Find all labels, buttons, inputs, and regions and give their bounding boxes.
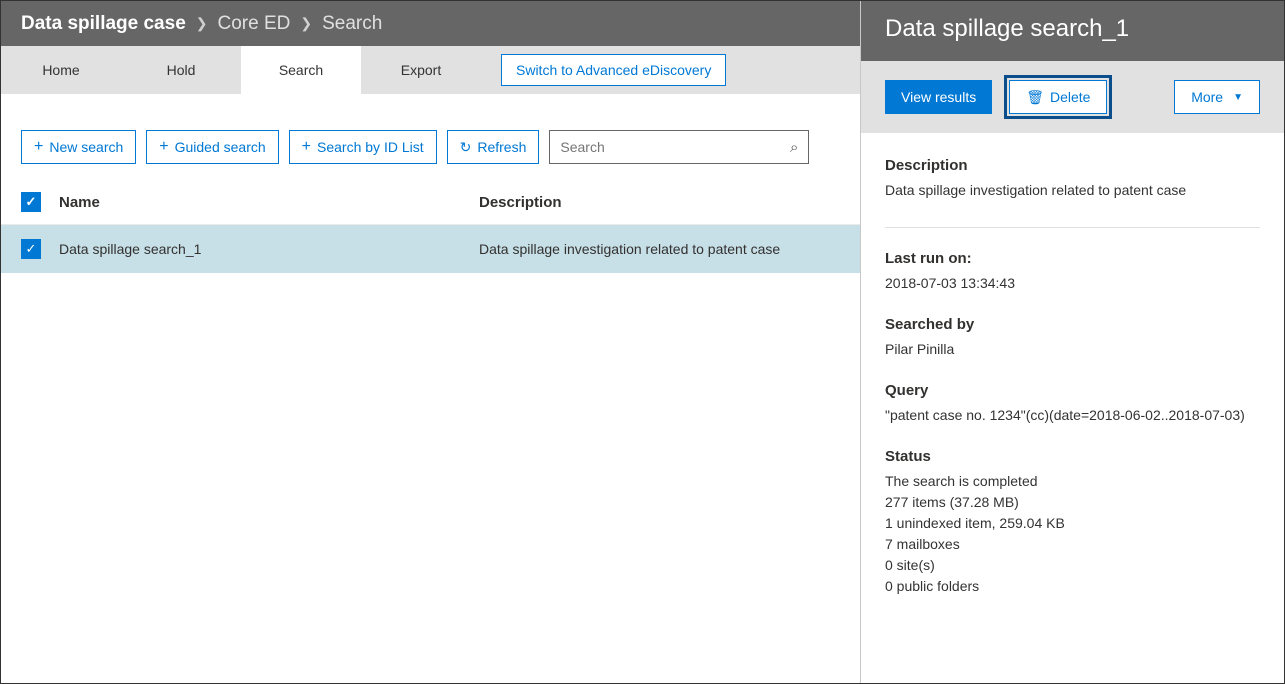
search-box[interactable]: ⌕ — [549, 130, 809, 164]
row-description: Data spillage investigation related to p… — [479, 241, 840, 257]
delete-label: Delete — [1050, 89, 1090, 105]
plus-icon: + — [34, 138, 43, 156]
search-input[interactable] — [560, 139, 790, 155]
chevron-right-icon: ❯ — [300, 15, 312, 32]
chevron-down-icon: ▼ — [1233, 92, 1243, 103]
status-line: The search is completed — [885, 471, 1260, 492]
table-row[interactable]: ✓ Data spillage search_1 Data spillage i… — [1, 225, 860, 273]
description-value: Data spillage investigation related to p… — [885, 180, 1260, 201]
status-line: 1 unindexed item, 259.04 KB — [885, 513, 1260, 534]
breadcrumb-leaf: Search — [322, 13, 382, 35]
searched-by-value: Pilar Pinilla — [885, 339, 1260, 360]
new-search-label: New search — [49, 139, 123, 155]
switch-advanced-button[interactable]: Switch to Advanced eDiscovery — [501, 54, 726, 86]
detail-title: Data spillage search_1 — [861, 1, 1284, 61]
detail-body: Description Data spillage investigation … — [861, 133, 1284, 683]
breadcrumb-mid[interactable]: Core ED — [218, 13, 291, 35]
search-by-id-button[interactable]: + Search by ID List — [289, 130, 437, 164]
status-line: 7 mailboxes — [885, 534, 1260, 555]
more-button[interactable]: More ▼ — [1174, 80, 1260, 114]
detail-actions: View results 🗑 Delete More ▼ — [861, 61, 1284, 133]
select-all-checkbox[interactable]: ✓ — [21, 192, 41, 212]
description-heading: Description — [885, 157, 1260, 174]
trash-icon: 🗑 — [1026, 89, 1044, 106]
toolbar: + New search + Guided search + Search by… — [1, 94, 860, 180]
refresh-icon: ↻ — [460, 139, 472, 156]
guided-search-button[interactable]: + Guided search — [146, 130, 278, 164]
last-run-heading: Last run on: — [885, 250, 1260, 267]
status-line: 0 public folders — [885, 576, 1260, 597]
new-search-button[interactable]: + New search — [21, 130, 136, 164]
tab-bar: Home Hold Search Export Switch to Advanc… — [1, 46, 860, 94]
view-results-button[interactable]: View results — [885, 80, 992, 114]
query-heading: Query — [885, 382, 1260, 399]
search-by-id-label: Search by ID List — [317, 139, 424, 155]
delete-button[interactable]: 🗑 Delete — [1009, 80, 1107, 114]
breadcrumb: Data spillage case ❯ Core ED ❯ Search — [1, 1, 860, 46]
refresh-label: Refresh — [477, 139, 526, 155]
more-label: More — [1191, 89, 1223, 105]
searched-by-heading: Searched by — [885, 316, 1260, 333]
tab-search[interactable]: Search — [241, 46, 361, 94]
refresh-button[interactable]: ↻ Refresh — [447, 130, 540, 164]
guided-search-label: Guided search — [175, 139, 266, 155]
plus-icon: + — [159, 138, 168, 156]
breadcrumb-root[interactable]: Data spillage case — [21, 13, 186, 35]
chevron-right-icon: ❯ — [196, 15, 208, 32]
status-line: 0 site(s) — [885, 555, 1260, 576]
last-run-value: 2018-07-03 13:34:43 — [885, 273, 1260, 294]
tab-hold[interactable]: Hold — [121, 46, 241, 94]
status-line: 277 items (37.28 MB) — [885, 492, 1260, 513]
query-value: "patent case no. 1234"(cc)(date=2018-06-… — [885, 405, 1260, 426]
detail-panel: Data spillage search_1 View results 🗑 De… — [860, 1, 1284, 683]
status-lines: The search is completed 277 items (37.28… — [885, 471, 1260, 597]
row-checkbox[interactable]: ✓ — [21, 239, 41, 259]
status-heading: Status — [885, 448, 1260, 465]
delete-button-highlight: 🗑 Delete — [1004, 75, 1112, 119]
column-header-name[interactable]: Name — [59, 194, 479, 211]
tab-home[interactable]: Home — [1, 46, 121, 94]
search-icon[interactable]: ⌕ — [790, 139, 798, 156]
divider — [885, 227, 1260, 228]
plus-icon: + — [302, 138, 311, 156]
column-header-description[interactable]: Description — [479, 194, 840, 211]
row-name: Data spillage search_1 — [59, 241, 479, 257]
tab-export[interactable]: Export — [361, 46, 481, 94]
table-header: ✓ Name Description — [1, 180, 860, 225]
